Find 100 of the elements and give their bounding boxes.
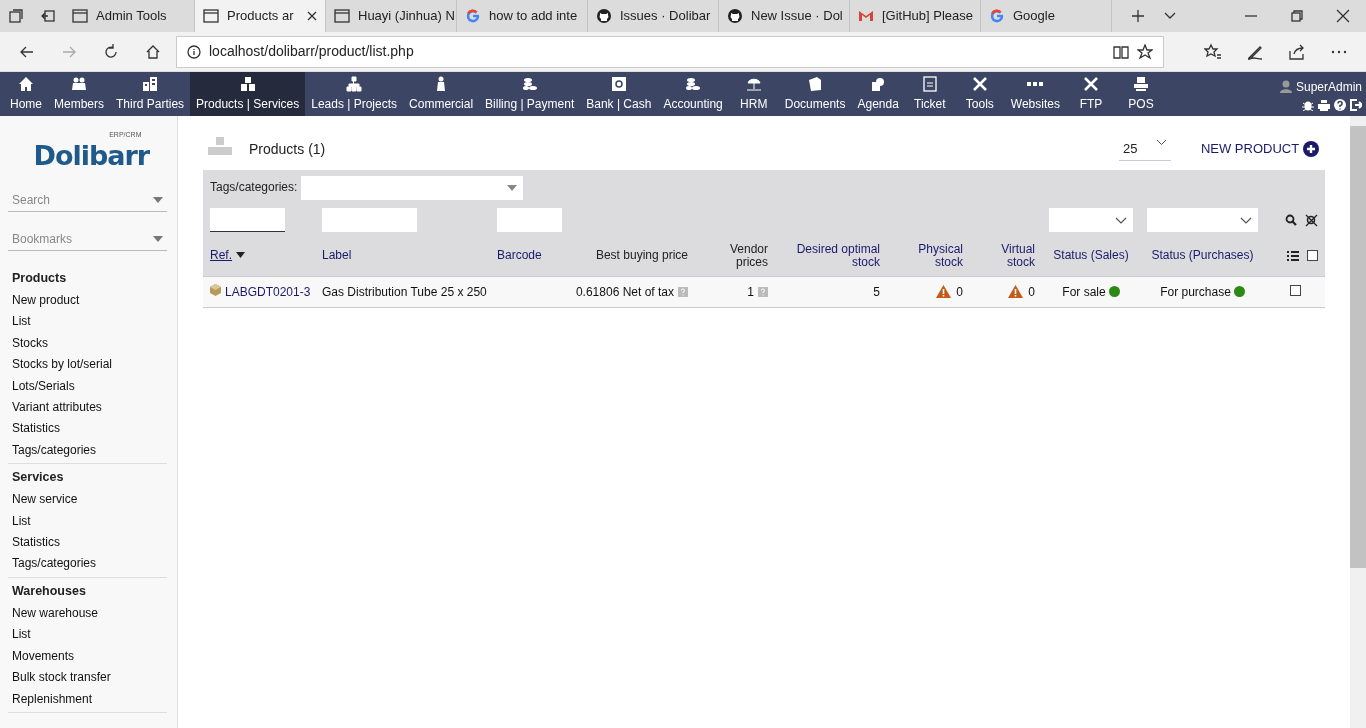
list-icon[interactable] xyxy=(1287,250,1300,261)
sidebar-link[interactable]: Statistics xyxy=(8,532,167,554)
sidebar-link[interactable]: Stocks xyxy=(8,332,167,355)
sidebar-link[interactable]: Replenishment xyxy=(8,688,167,710)
help-icon[interactable] xyxy=(1334,98,1346,111)
menu-item[interactable]: Third Parties xyxy=(110,72,191,116)
sidebar-link[interactable]: List xyxy=(8,624,167,646)
search-field[interactable]: Search xyxy=(8,189,167,212)
reading-view-icon[interactable] xyxy=(1113,43,1129,60)
menu-item[interactable]: Ticket xyxy=(904,72,955,116)
section-title: Warehouses xyxy=(11,582,87,600)
caret-icon xyxy=(153,197,163,203)
menu-item[interactable]: Members xyxy=(48,72,111,116)
sidebar-link[interactable]: Statistics xyxy=(8,418,167,440)
printer-icon[interactable] xyxy=(1318,98,1330,111)
sidebar-link[interactable]: Bulk stock transfer xyxy=(8,667,167,689)
row-checkbox[interactable] xyxy=(1289,284,1301,296)
sidebar-link[interactable]: New service xyxy=(8,489,167,511)
browser-tab[interactable]: Products ar xyxy=(195,0,326,32)
search-icon[interactable] xyxy=(1285,213,1298,226)
coins-icon xyxy=(521,75,538,92)
user-icon xyxy=(1279,80,1292,93)
column-header[interactable]: Ref. xyxy=(210,249,232,263)
sidebar-link[interactable]: New warehouse xyxy=(8,602,167,625)
status-text: For sale xyxy=(1062,284,1106,299)
share-icon[interactable] xyxy=(1288,42,1306,61)
star-icon[interactable] xyxy=(1137,43,1153,60)
menu-item[interactable]: Leads | Projects xyxy=(305,72,404,116)
table-cell: Gas Distribution Tube 25 x 250 xyxy=(322,284,487,299)
sidebar-link[interactable]: Movements xyxy=(8,645,167,668)
menu-item[interactable]: Bank | Cash xyxy=(580,72,658,116)
table-cell: 0 xyxy=(1028,284,1035,299)
page-title: Products (1) xyxy=(249,139,326,159)
close-icon[interactable] xyxy=(1336,9,1350,23)
user-name[interactable]: SuperAdmin xyxy=(1295,77,1362,96)
restore-icon[interactable] xyxy=(1290,9,1304,23)
menu-item[interactable]: Accounting xyxy=(657,72,729,116)
menu-item[interactable]: POS xyxy=(1115,72,1166,116)
new-tab-icon[interactable] xyxy=(1131,9,1145,23)
safe-icon xyxy=(610,75,627,92)
sidebar-link[interactable]: Variant attributes xyxy=(8,397,167,419)
product-icon xyxy=(210,283,221,296)
tab-aside-icon[interactable] xyxy=(41,9,55,23)
help-icon xyxy=(758,286,768,297)
plus-icon xyxy=(1303,141,1320,157)
menu-item[interactable]: Websites xyxy=(1004,72,1066,116)
menu-item[interactable]: Home xyxy=(4,72,48,116)
chevron-icon xyxy=(1155,138,1167,146)
section-title: Products xyxy=(11,270,68,287)
caret-icon xyxy=(153,236,163,242)
barcode-filter-field[interactable] xyxy=(497,208,562,232)
section-title: Services xyxy=(11,469,65,487)
page-size-select[interactable]: 25 xyxy=(1118,136,1171,162)
info-icon[interactable] xyxy=(187,44,201,59)
page-icon xyxy=(203,8,219,24)
tabs-icon[interactable] xyxy=(9,9,23,23)
mail-icon xyxy=(858,8,874,24)
sidebar-link[interactable]: Tags/categories xyxy=(8,553,167,575)
table-cell: 1 xyxy=(747,284,754,299)
clear-filter-icon[interactable] xyxy=(1305,213,1319,227)
address-field[interactable]: localhost/dolibarr/product/list.php xyxy=(176,35,1164,68)
menu-item[interactable]: HRM xyxy=(728,72,779,116)
page-icon xyxy=(72,8,88,24)
label-filter-field[interactable] xyxy=(322,208,417,232)
sidebar-link[interactable]: New product xyxy=(8,290,167,312)
menu-item[interactable]: Commercial xyxy=(403,72,480,116)
people-icon xyxy=(71,75,87,92)
logout-icon[interactable] xyxy=(1350,98,1362,111)
favorites-icon[interactable] xyxy=(1204,42,1222,61)
menu-item[interactable]: Products | Services xyxy=(190,72,306,116)
page-icon xyxy=(334,8,350,24)
close-icon[interactable] xyxy=(307,11,317,21)
sidebar-link[interactable]: List xyxy=(8,311,167,333)
chevron-icon xyxy=(1240,216,1252,224)
menu-item[interactable]: Agenda xyxy=(851,72,905,116)
google-icon xyxy=(465,8,481,24)
sidebar-link[interactable]: List xyxy=(8,510,167,533)
google-icon xyxy=(989,8,1005,24)
dots-icon xyxy=(1027,81,1044,86)
sidebar-link[interactable]: Lots/Serials xyxy=(8,375,167,398)
sidebar-link[interactable]: Stocks by lot/serial xyxy=(8,354,167,376)
sidebar-link[interactable]: Tags/categories xyxy=(8,439,167,462)
select-all-checkbox[interactable] xyxy=(1307,250,1319,262)
table-cell: 0.61806 Net of tax xyxy=(575,284,674,299)
menu-item[interactable]: Billing | Payment xyxy=(479,72,581,116)
table-cell: 0 xyxy=(956,284,963,299)
building-icon xyxy=(142,75,159,92)
menu-item[interactable]: Documents xyxy=(778,72,852,116)
github-icon xyxy=(596,8,612,24)
status-text: For purchase xyxy=(1160,284,1231,299)
scrollbar[interactable] xyxy=(1350,116,1366,728)
menu-item[interactable]: Tools xyxy=(954,72,1005,116)
refresh-icon[interactable] xyxy=(102,42,120,61)
menu-item[interactable]: FTP xyxy=(1065,72,1116,116)
new-product-button[interactable]: NEW PRODUCT xyxy=(1194,138,1326,160)
coins-icon xyxy=(685,75,702,92)
ref-filter-field[interactable] xyxy=(210,208,285,232)
column-header[interactable]: Label xyxy=(322,249,352,263)
logo[interactable]: Dolibarr xyxy=(33,142,150,169)
table-cell: 5 xyxy=(873,284,880,299)
